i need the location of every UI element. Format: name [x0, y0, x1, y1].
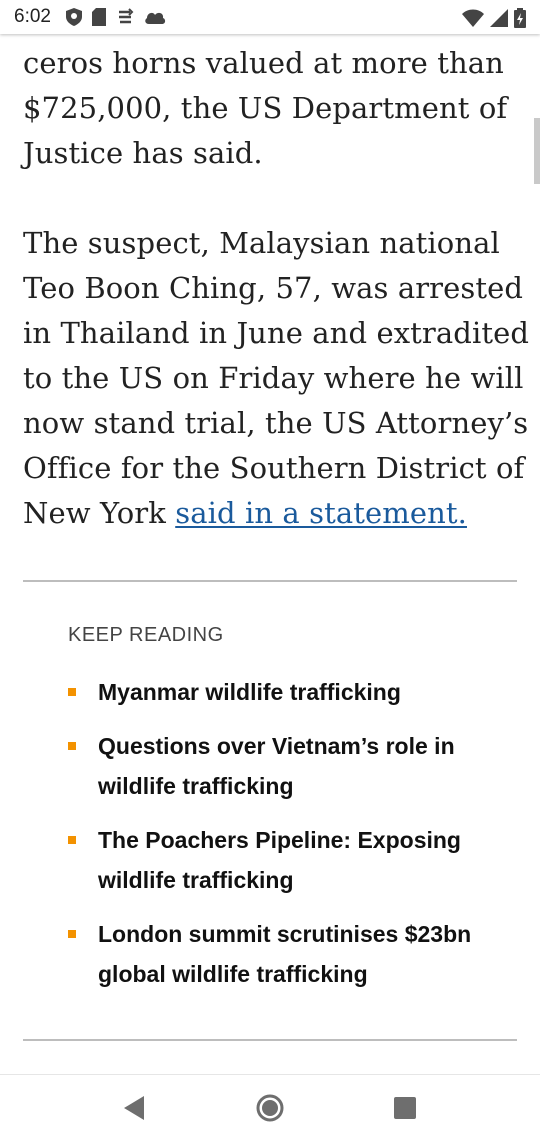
bullet-icon — [68, 688, 76, 696]
link-line[interactable]: wildlife trafficking — [98, 766, 455, 806]
keep-reading-link[interactable]: Myanmar wildlife trafficking — [98, 672, 401, 712]
recents-icon — [393, 1096, 417, 1124]
paragraph-text: New York — [23, 496, 176, 530]
battery-icon — [514, 8, 526, 32]
divider-top — [23, 580, 517, 582]
wifi-icon — [462, 9, 484, 31]
bullet-icon — [68, 836, 76, 844]
paragraph-line: Office for the Southern District of — [23, 451, 525, 485]
link-line[interactable]: The Poachers Pipeline: Exposing — [98, 820, 461, 860]
paragraph-line: New York said in a statement. — [23, 491, 523, 536]
paragraph-line: to the US on Friday where he will — [23, 361, 524, 395]
paragraph-line: in Thailand in June and extradited — [23, 316, 530, 350]
notification-icons — [66, 8, 166, 30]
bullet-icon — [68, 742, 76, 750]
keep-reading-link[interactable]: Questions over Vietnam’s role in wildlif… — [98, 726, 455, 806]
keep-reading-item-poachers[interactable]: The Poachers Pipeline: Exposing wildlife… — [68, 820, 508, 900]
status-bar: 6:02 — [0, 0, 540, 34]
sync-icon — [116, 8, 134, 30]
sd-card-icon — [92, 8, 106, 30]
system-status-icons — [462, 8, 526, 32]
bullet-icon — [68, 930, 76, 938]
link-line[interactable]: Myanmar wildlife trafficking — [98, 672, 401, 712]
status-time: 6:02 — [14, 6, 51, 27]
article-paragraph-2: The suspect, Malaysian national Teo Boon… — [23, 221, 530, 536]
paragraph-line: Justice has said. — [23, 136, 263, 170]
back-button[interactable] — [119, 1095, 149, 1125]
scrollbar-thumb[interactable] — [534, 118, 540, 184]
keep-reading-link[interactable]: The Poachers Pipeline: Exposing wildlife… — [98, 820, 461, 900]
article-paragraph-1: ceros horns valued at more than $725,000… — [23, 41, 523, 176]
paragraph-line: Teo Boon Ching, 57, was arrested — [23, 271, 524, 305]
keep-reading-link[interactable]: London summit scrutinises $23bn global w… — [98, 914, 471, 994]
link-line[interactable]: wildlife trafficking — [98, 860, 461, 900]
paragraph-line: $725,000, the US Department of — [23, 91, 508, 125]
keep-reading-heading: KEEP READING — [68, 624, 224, 646]
keep-reading-item-london[interactable]: London summit scrutinises $23bn global w… — [68, 914, 508, 994]
statement-link[interactable]: said in a statement. — [175, 496, 467, 530]
divider-bottom — [23, 1039, 517, 1041]
keep-reading-item-vietnam[interactable]: Questions over Vietnam’s role in wildlif… — [68, 726, 508, 806]
link-line[interactable]: Questions over Vietnam’s role in — [98, 726, 455, 766]
navigation-bar — [0, 1074, 540, 1141]
paragraph-line: The suspect, Malaysian national — [23, 226, 500, 260]
home-button[interactable] — [255, 1094, 285, 1126]
recents-button[interactable] — [390, 1095, 420, 1125]
back-icon — [122, 1095, 146, 1125]
home-icon — [256, 1094, 284, 1126]
keep-reading-item-myanmar[interactable]: Myanmar wildlife trafficking — [68, 672, 508, 712]
paragraph-line: ceros horns valued at more than — [23, 46, 504, 80]
paragraph-line: now stand trial, the US Attorney’s — [23, 406, 529, 440]
article-body[interactable]: ceros horns valued at more than $725,000… — [0, 34, 540, 1074]
link-line[interactable]: global wildlife trafficking — [98, 954, 471, 994]
cloud-icon — [144, 9, 166, 29]
cellular-signal-icon — [490, 9, 508, 31]
shield-icon — [66, 8, 82, 30]
link-line[interactable]: London summit scrutinises $23bn — [98, 914, 471, 954]
